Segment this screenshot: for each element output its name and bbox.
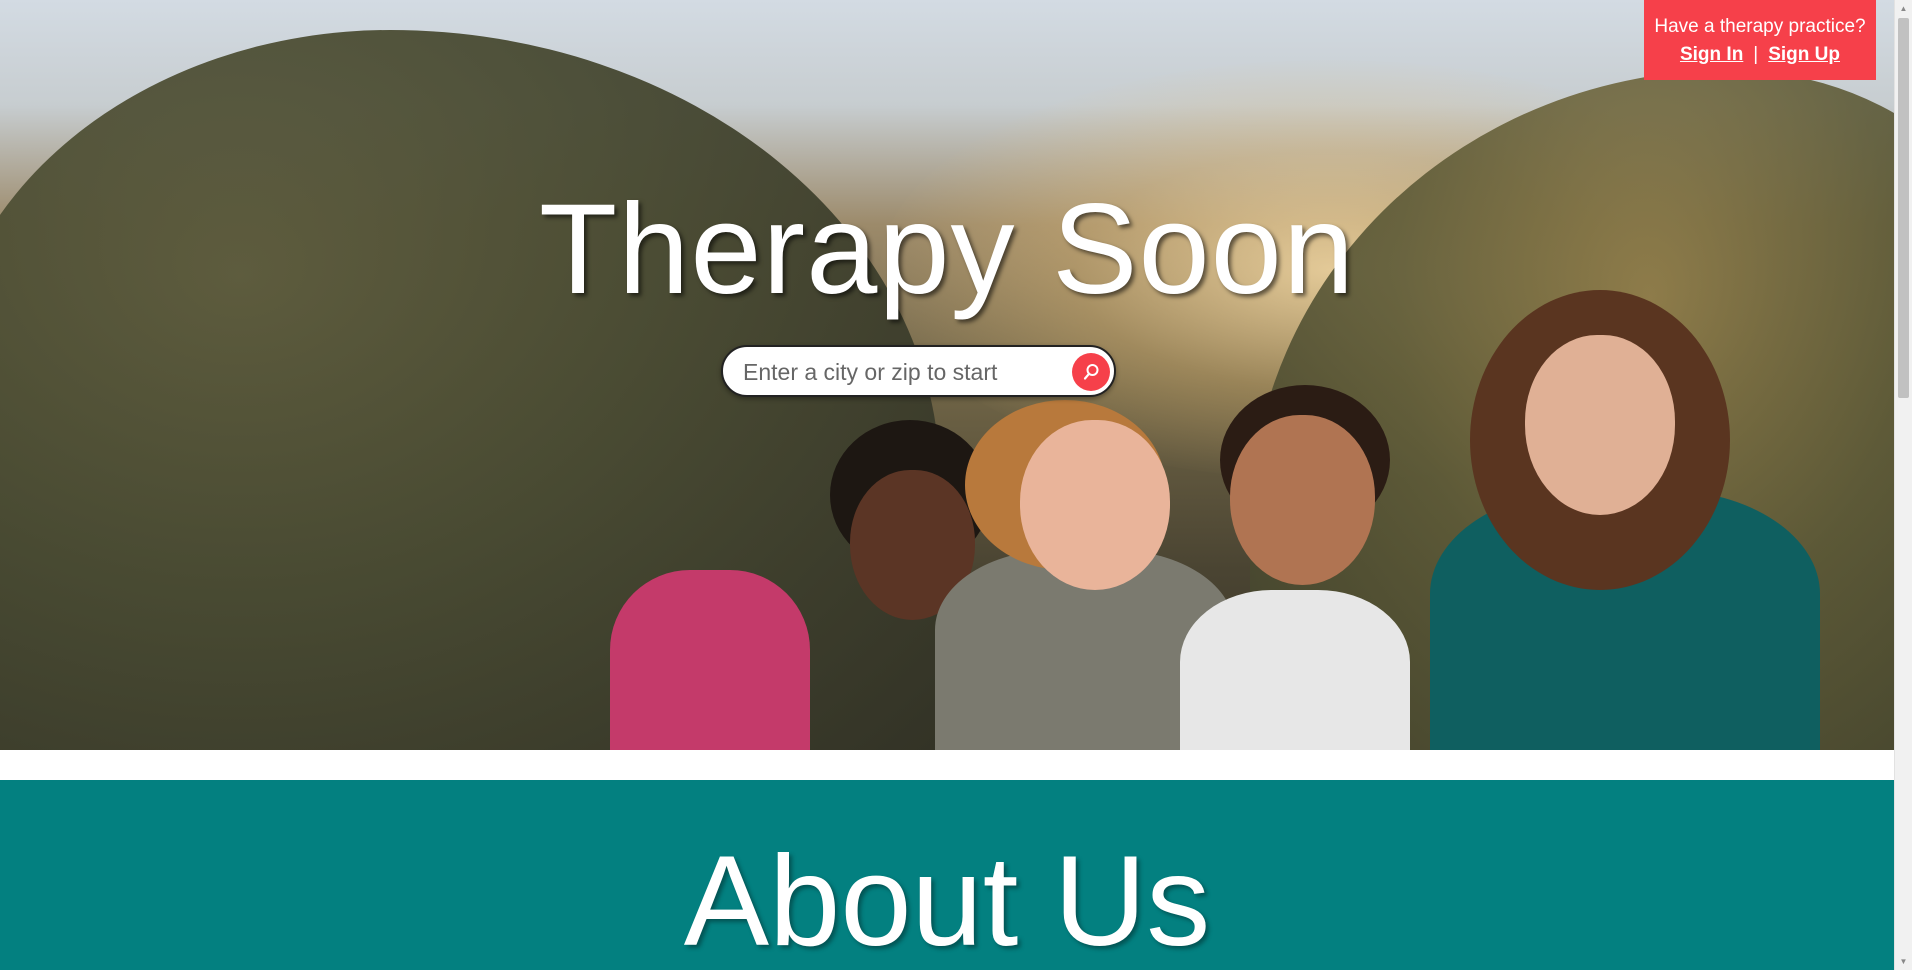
links-separator: | (1753, 44, 1759, 65)
person-3-face (1230, 415, 1375, 585)
scroll-up-icon[interactable]: ▲ (1895, 0, 1912, 17)
sign-in-link[interactable]: Sign In (1680, 44, 1743, 65)
hero-people-photo (590, 270, 1880, 750)
sign-up-link[interactable]: Sign Up (1768, 44, 1840, 65)
page-scrollbar[interactable]: ▲ ▼ (1894, 0, 1912, 970)
page: Have a therapy practice? Sign In | Sign Up… (0, 0, 1912, 970)
hero-section: Have a therapy practice? Sign In | Sign Up… (0, 0, 1894, 750)
about-section: About Us (0, 780, 1894, 970)
person-1-shirt (610, 570, 810, 750)
person-4-face (1525, 335, 1675, 515)
practice-links: Sign In | Sign Up (1644, 44, 1876, 66)
scroll-down-icon[interactable]: ▼ (1895, 953, 1912, 970)
about-title: About Us (683, 830, 1211, 970)
hero-title: Therapy Soon (538, 178, 1356, 321)
person-3-shirt (1180, 590, 1410, 750)
scrollbar-thumb[interactable] (1898, 18, 1909, 398)
search-bar (721, 345, 1116, 397)
search-icon (1083, 364, 1099, 380)
search-input[interactable] (741, 347, 1045, 397)
search-button[interactable] (1072, 353, 1110, 391)
practice-question: Have a therapy practice? (1654, 16, 1866, 37)
therapy-practice-box: Have a therapy practice? Sign In | Sign Up (1644, 0, 1876, 80)
person-2-face (1020, 420, 1170, 590)
section-divider (0, 750, 1894, 780)
